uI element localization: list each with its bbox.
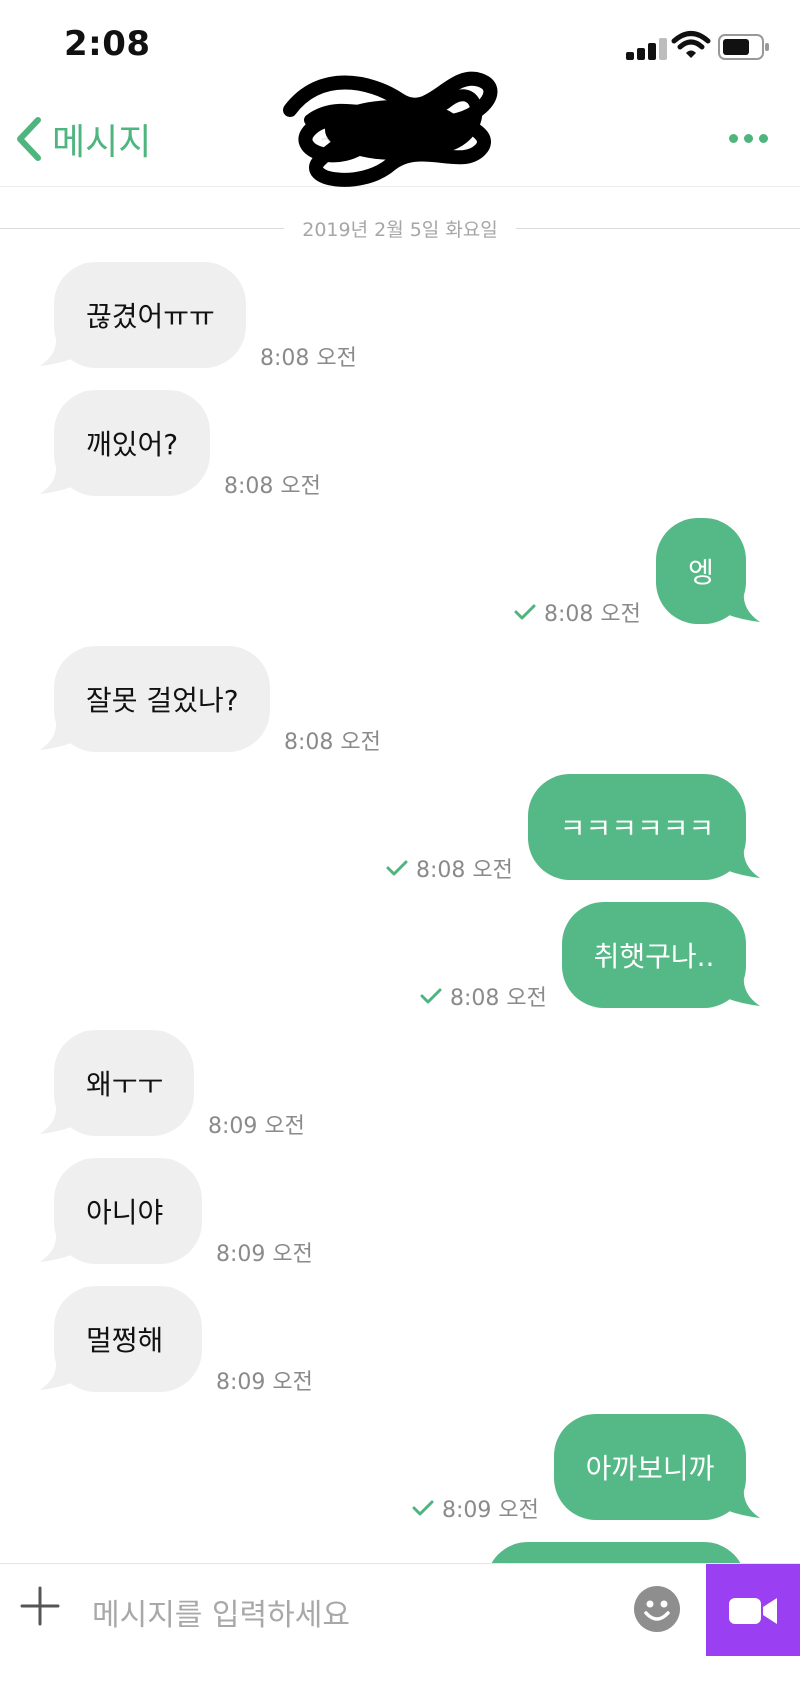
check-icon (386, 860, 408, 876)
home-indicator-area (0, 1656, 800, 1701)
emoji-icon[interactable] (634, 1586, 680, 1632)
message-time: 8:09 오전 (216, 1242, 313, 1267)
message-text: 끊겼어ㅠㅠ (54, 262, 246, 368)
message-text: 아니야 (54, 1158, 202, 1264)
date-label: 2019년 2월 5일 화요일 (302, 218, 498, 241)
video-camera-icon (729, 1598, 777, 1624)
more-icon-dot (744, 134, 753, 143)
message-time: 8:08 오전 (224, 474, 321, 499)
back-label: 메시지 (52, 122, 152, 163)
message-text: 취햇구나.. (562, 902, 746, 1008)
redaction-scribble (283, 71, 498, 187)
message-text: 깨있어? (54, 390, 210, 496)
plus-icon[interactable] (20, 1586, 60, 1626)
message-time: 8:09 오전 (216, 1370, 313, 1395)
check-icon (420, 988, 442, 1004)
message-time: 8:08 오전 (514, 596, 641, 628)
message-input-bar: 메시지를 입력하세요 (0, 1563, 800, 1658)
back-button[interactable]: 메시지 (14, 114, 151, 164)
message-time: 8:08 오전 (420, 980, 547, 1012)
message-time-text: 8:08 오전 (416, 858, 513, 883)
message-time: 8:09 오전 (208, 1114, 305, 1139)
date-divider: 2019년 2월 5일 화요일 (0, 210, 800, 246)
more-icon (729, 134, 738, 143)
check-icon (514, 604, 536, 620)
divider-line (515, 227, 800, 229)
message-time: 8:09 오전 (412, 1492, 539, 1524)
video-call-button[interactable] (706, 1564, 800, 1658)
chat-screen: 2:08 메시지 2:08 (0, 0, 800, 1701)
message-text: ㅋㅋㅋㅋㅋㅋ (528, 774, 746, 880)
check-icon (412, 1500, 434, 1516)
battery-icon (718, 34, 769, 60)
message-text: 아까보니까 (554, 1414, 746, 1520)
contact-info[interactable]: 2:08 (280, 71, 510, 202)
message-time-text: 8:08 오전 (544, 602, 641, 627)
divider-line (0, 227, 285, 229)
chevron-left-icon (17, 117, 41, 161)
message-text: 왜ㅜㅜ (54, 1030, 194, 1136)
more-icon-dot (759, 134, 768, 143)
wifi-icon (671, 31, 711, 58)
message-text: 멀쩡해 (54, 1286, 202, 1392)
cellular-signal-icon (626, 36, 672, 60)
message-time-text: 8:09 오전 (442, 1498, 539, 1523)
message-time-text: 8:08 오전 (450, 986, 547, 1011)
more-options-button[interactable] (729, 134, 768, 143)
message-text: 잘못 걸었나? (54, 646, 270, 752)
status-time: 2:08 (64, 24, 151, 64)
message-time: 8:08 오전 (386, 852, 513, 884)
chat-header: 메시지 2:08 (0, 71, 800, 187)
message-text: 엥 (656, 518, 746, 624)
message-time: 8:08 오전 (284, 730, 381, 755)
message-time: 8:08 오전 (260, 346, 357, 371)
message-input[interactable]: 메시지를 입력하세요 (92, 1590, 350, 1634)
